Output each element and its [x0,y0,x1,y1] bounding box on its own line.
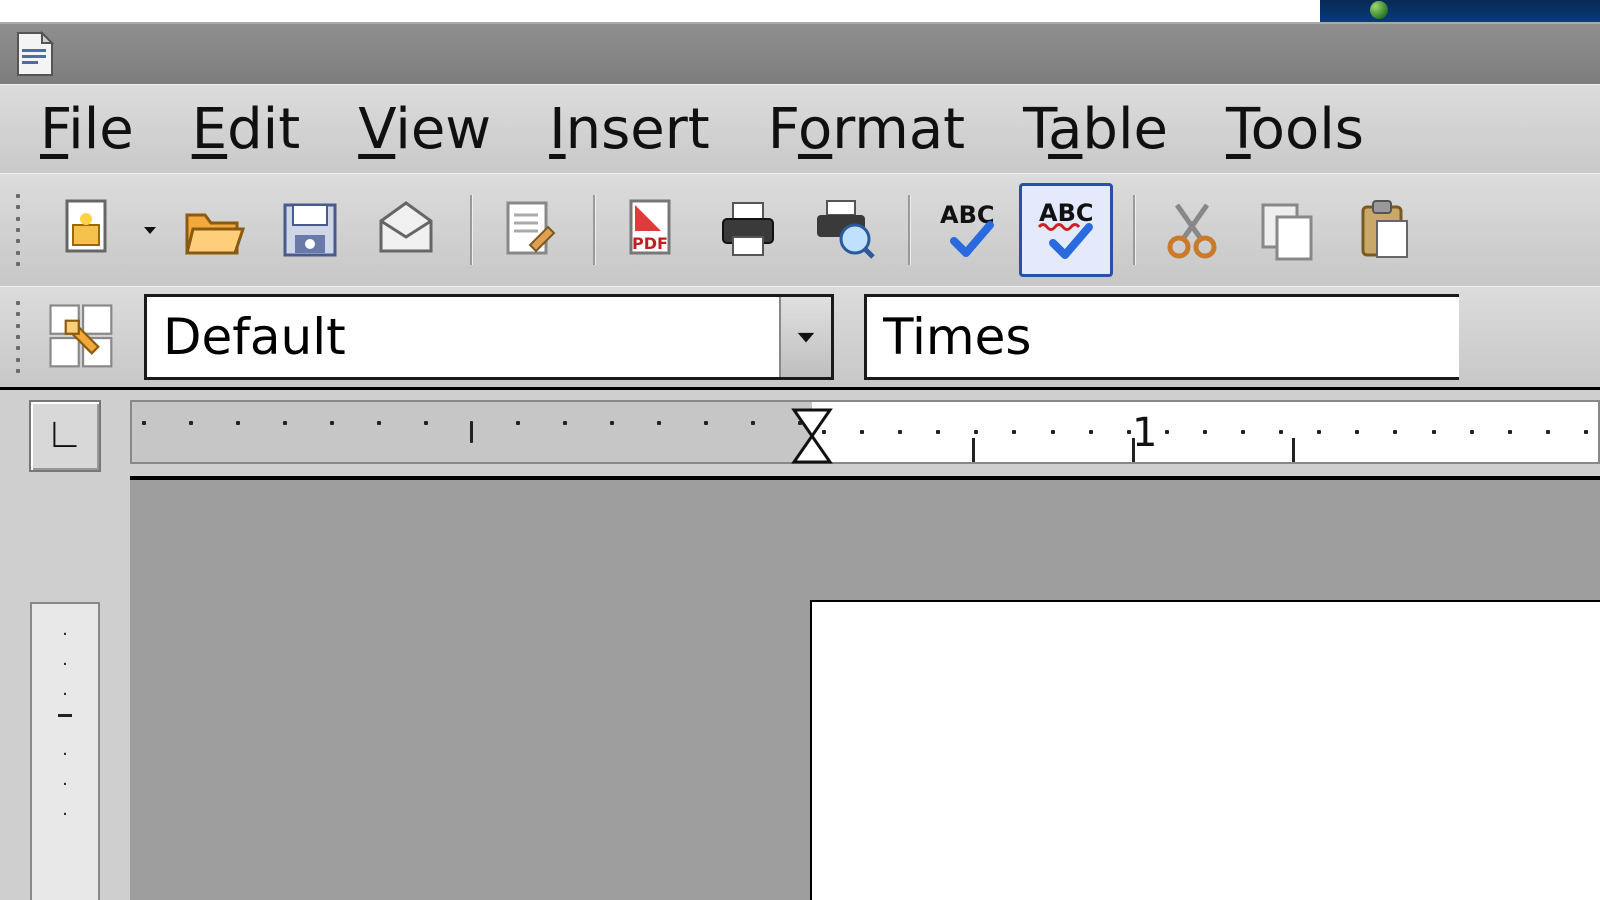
paragraph-style-combo[interactable] [144,294,834,380]
print-preview-button[interactable] [800,186,888,274]
standard-toolbar: PDF ABC ABC [0,173,1600,286]
svg-text:PDF: PDF [632,234,668,253]
menu-table[interactable]: Table [1023,97,1168,162]
auto-spellcheck-button[interactable]: ABC [1019,183,1113,277]
toolbar-separator [470,195,473,265]
paragraph-style-dropdown-button[interactable] [779,297,831,377]
svg-text:ABC: ABC [1039,199,1093,227]
paragraph-style-input[interactable] [147,297,779,377]
new-document-dropdown[interactable] [140,186,160,274]
edit-file-button[interactable] [485,186,573,274]
app-document-icon [10,29,60,79]
paste-button[interactable] [1340,186,1428,274]
menubar: File Edit View Insert Format Table Tools [0,84,1600,173]
indent-marker-icon[interactable] [788,406,836,470]
styles-and-formatting-button[interactable] [44,299,120,375]
tab-stop-glyph: ∟ [52,412,77,460]
menu-view[interactable]: View [358,97,491,162]
toolbar-grip[interactable] [10,190,28,270]
formatting-toolbar [0,286,1600,387]
horizontal-ruler-area: 1 [130,390,1600,476]
menu-insert[interactable]: Insert [549,97,710,162]
toolbar-separator [593,195,596,265]
toolbar-separator [1133,195,1136,265]
ruler-number: 1 [1132,410,1157,456]
toolbar-separator [908,195,911,265]
toolbar-grip[interactable] [10,297,28,377]
document-column: 1 [130,390,1600,900]
vertical-ruler[interactable]: · · · · · · [30,602,100,900]
new-document-button[interactable] [44,186,132,274]
document-page[interactable] [810,600,1600,900]
horizontal-ruler[interactable]: 1 [812,400,1600,464]
menu-tools[interactable]: Tools [1226,97,1364,162]
menu-format[interactable]: Format [768,97,965,162]
tab-stop-type-button[interactable]: ∟ [29,400,101,472]
mail-button[interactable] [362,186,450,274]
open-button[interactable] [170,186,258,274]
save-button[interactable] [266,186,354,274]
desktop-top-strip [0,0,1600,24]
menu-file[interactable]: File [40,97,134,162]
work-area: ∟ · · · · · · [0,387,1600,900]
spellcheck-button[interactable]: ABC [923,186,1011,274]
left-gutter: ∟ · · · · · · [0,390,130,900]
window-titlebar[interactable] [0,24,1600,84]
page-background[interactable] [130,476,1600,900]
font-name-combo[interactable] [864,294,1459,380]
export-pdf-button[interactable]: PDF [608,186,696,274]
font-name-input[interactable] [867,297,1459,377]
desktop-panel-fragment [1320,0,1600,22]
copy-button[interactable] [1244,186,1332,274]
horizontal-ruler-left-margin[interactable] [130,400,812,464]
menu-edit[interactable]: Edit [192,97,300,162]
cut-button[interactable] [1148,186,1236,274]
print-button[interactable] [704,186,792,274]
